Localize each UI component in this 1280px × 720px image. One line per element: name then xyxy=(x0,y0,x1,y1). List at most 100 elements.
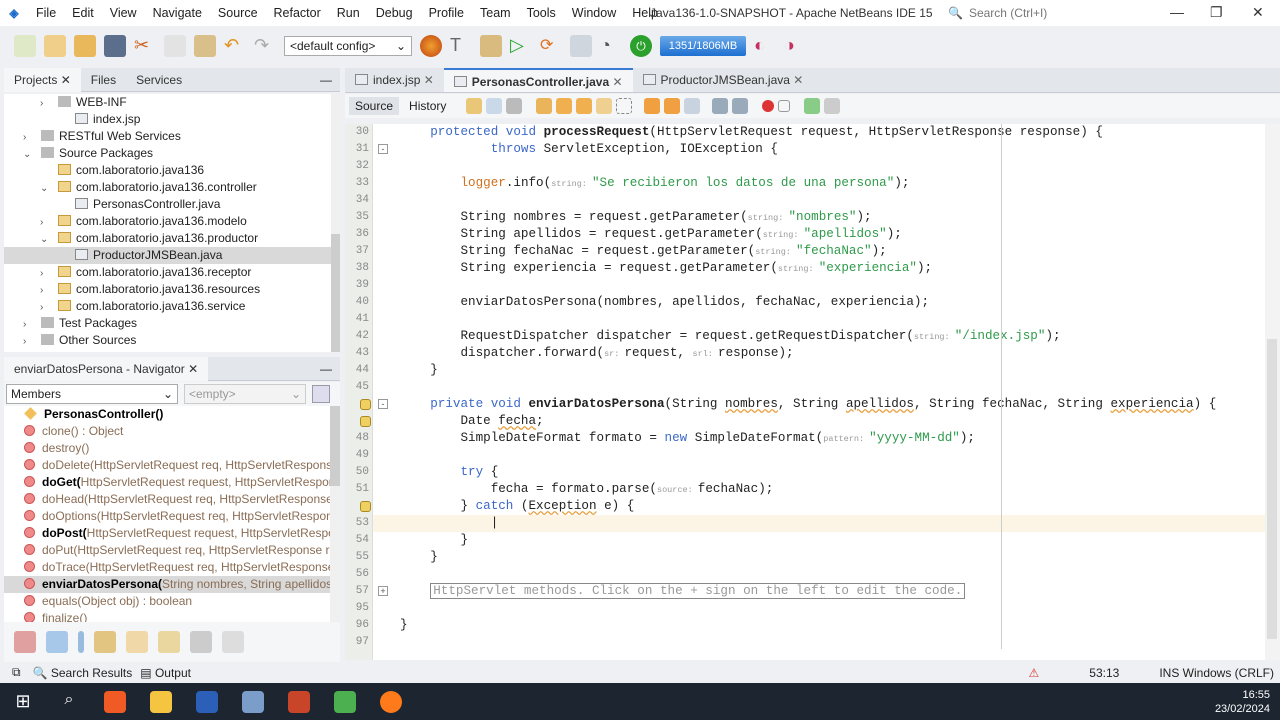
collapse-fold-icon[interactable]: - xyxy=(378,399,388,409)
build-icon[interactable]: T xyxy=(450,35,472,57)
member-item[interactable]: doPost(HttpServletRequest request, HttpS… xyxy=(4,525,330,542)
last-edit-icon[interactable] xyxy=(466,98,483,114)
menu-team[interactable]: Team xyxy=(472,6,519,20)
tree-item[interactable]: ProductorJMSBean.java xyxy=(4,247,340,264)
debug-icon[interactable] xyxy=(570,35,592,57)
next-bookmark-icon[interactable] xyxy=(664,98,681,114)
search-results-button[interactable]: 🔍 Search Results xyxy=(33,666,133,680)
member-item[interactable]: enviarDatosPersona(String nombres, Strin… xyxy=(4,576,330,593)
forward-icon[interactable] xyxy=(506,98,523,114)
menu-navigate[interactable]: Navigate xyxy=(145,6,210,20)
tree-item[interactable]: ⌄ com.laboratorio.java136.productor xyxy=(4,230,340,247)
chevron-right-icon[interactable]: › xyxy=(40,265,58,282)
member-item[interactable]: doTrace(HttpServletRequest req, HttpServ… xyxy=(4,559,330,576)
code-editor[interactable]: protected void processRequest(HttpServle… xyxy=(373,124,1265,660)
tree-item[interactable]: com.laboratorio.java136 xyxy=(4,162,340,179)
member-item[interactable]: doGet(HttpServletRequest request, HttpSe… xyxy=(4,474,330,491)
file-explorer-icon[interactable] xyxy=(150,690,172,713)
collapse-fold-icon[interactable]: - xyxy=(378,144,388,154)
menu-refactor[interactable]: Refactor xyxy=(266,6,329,20)
code-line[interactable] xyxy=(373,277,1265,294)
close-window-button[interactable]: ✕ xyxy=(1252,4,1264,21)
cut-icon[interactable]: ✂ xyxy=(134,35,156,57)
toggle-bookmark-icon[interactable] xyxy=(684,98,701,114)
code-line[interactable]: String experiencia = request.getParamete… xyxy=(373,260,1265,277)
members-select[interactable]: Members ⌄ xyxy=(6,384,178,404)
memory-indicator[interactable]: 1351/1806MB xyxy=(660,36,746,56)
find-icon[interactable] xyxy=(536,98,553,114)
warning-icon[interactable] xyxy=(360,399,371,410)
search-icon[interactable]: ⌕ xyxy=(58,691,80,713)
menu-run[interactable]: Run xyxy=(329,6,368,20)
code-line[interactable]: String apellidos = request.getParameter(… xyxy=(373,226,1265,243)
expand-fold-icon[interactable]: + xyxy=(378,586,388,596)
selection-icon[interactable] xyxy=(616,98,633,114)
code-line[interactable]: RequestDispatcher dispatcher = request.g… xyxy=(373,328,1265,345)
output-button[interactable]: ▤ Output xyxy=(140,666,191,680)
sort-by-source-icon[interactable] xyxy=(222,631,244,653)
minimize-button[interactable]: — xyxy=(1170,4,1184,20)
code-line[interactable] xyxy=(373,311,1265,328)
tree-item[interactable]: › com.laboratorio.java136.modelo xyxy=(4,213,340,230)
toggle-highlight-icon[interactable] xyxy=(596,98,613,114)
chevron-right-icon[interactable]: › xyxy=(40,299,58,316)
prev-bookmark-icon[interactable] xyxy=(644,98,661,114)
profile-icon[interactable]: ◔ xyxy=(600,35,622,57)
code-line[interactable]: throws ServletException, IOException { xyxy=(373,141,1265,158)
chevron-down-icon[interactable]: ⌄ xyxy=(23,146,41,163)
member-item[interactable]: doDelete(HttpServletRequest req, HttpSer… xyxy=(4,457,330,474)
search-box[interactable]: 🔍 Search (Ctrl+I) xyxy=(948,3,1152,23)
tree-item[interactable]: › com.laboratorio.java136.receptor xyxy=(4,264,340,281)
new-file-icon[interactable] xyxy=(14,35,36,57)
tree-item[interactable]: PersonasController.java xyxy=(4,196,340,213)
tree-item[interactable]: › WEB-INF xyxy=(4,94,340,111)
power-icon[interactable]: ⏻ xyxy=(630,35,652,57)
comment-icon[interactable] xyxy=(804,98,821,114)
windows-start-icon[interactable]: ⊞ xyxy=(12,691,34,713)
word-icon[interactable] xyxy=(196,690,218,713)
tree-item[interactable]: ⌄ com.laboratorio.java136.controller xyxy=(4,179,340,196)
navigator-options-icon[interactable] xyxy=(312,385,330,403)
code-line[interactable]: Date fecha; xyxy=(373,413,1265,430)
maximize-button[interactable]: ❐ xyxy=(1210,4,1223,21)
minimize-panel-icon[interactable]: — xyxy=(320,73,332,87)
open-project-icon[interactable] xyxy=(74,35,96,57)
menu-view[interactable]: View xyxy=(102,6,145,20)
code-line[interactable]: String fechaNac = request.getParameter(s… xyxy=(373,243,1265,260)
error-stripe[interactable] xyxy=(1265,124,1280,660)
paste-icon[interactable] xyxy=(194,35,216,57)
code-line[interactable] xyxy=(373,566,1265,583)
editor-tab[interactable]: index.jsp ✕ xyxy=(345,68,444,92)
stop-macro-icon[interactable] xyxy=(778,100,791,112)
javadoc-icon[interactable] xyxy=(158,631,180,653)
menu-debug[interactable]: Debug xyxy=(368,6,421,20)
menu-tools[interactable]: Tools xyxy=(519,6,564,20)
menu-source[interactable]: Source xyxy=(210,6,266,20)
code-line[interactable]: private void enviarDatosPersona(String n… xyxy=(373,396,1265,413)
notifications-icon[interactable]: ⚠ xyxy=(1029,666,1040,680)
chevron-right-icon[interactable]: › xyxy=(23,333,41,350)
show-fqn-icon[interactable] xyxy=(126,631,148,653)
warning-icon[interactable] xyxy=(360,416,371,427)
chevron-right-icon[interactable]: › xyxy=(23,129,41,146)
tree-scrollbar[interactable] xyxy=(331,94,340,352)
tab-projects[interactable]: Projects ✕ xyxy=(4,67,81,92)
member-item[interactable]: doHead(HttpServletRequest req, HttpServl… xyxy=(4,491,330,508)
code-line[interactable] xyxy=(373,634,1265,651)
code-line[interactable]: protected void processRequest(HttpServle… xyxy=(373,124,1265,141)
restore-icon[interactable]: ⧉ xyxy=(12,665,21,680)
code-line[interactable]: logger.info(string: "Se recibieron los d… xyxy=(373,175,1265,192)
code-line[interactable]: SimpleDateFormat formato = new SimpleDat… xyxy=(373,430,1265,447)
app-icon[interactable] xyxy=(334,690,356,713)
code-line[interactable]: } catch (Exception e) { xyxy=(373,498,1265,515)
chevron-down-icon[interactable]: ⌄ xyxy=(40,231,58,248)
menu-edit[interactable]: Edit xyxy=(64,6,102,20)
close-icon[interactable]: ✕ xyxy=(188,362,198,376)
clean-build-icon[interactable] xyxy=(480,35,502,57)
tree-item[interactable]: › Test Packages xyxy=(4,315,340,332)
member-item[interactable]: clone() : Object xyxy=(4,423,330,440)
code-line[interactable] xyxy=(373,192,1265,209)
chevron-down-icon[interactable]: ⌄ xyxy=(40,180,58,197)
new-project-icon[interactable] xyxy=(44,35,66,57)
empty-select[interactable]: <empty> ⌄ xyxy=(184,384,306,404)
